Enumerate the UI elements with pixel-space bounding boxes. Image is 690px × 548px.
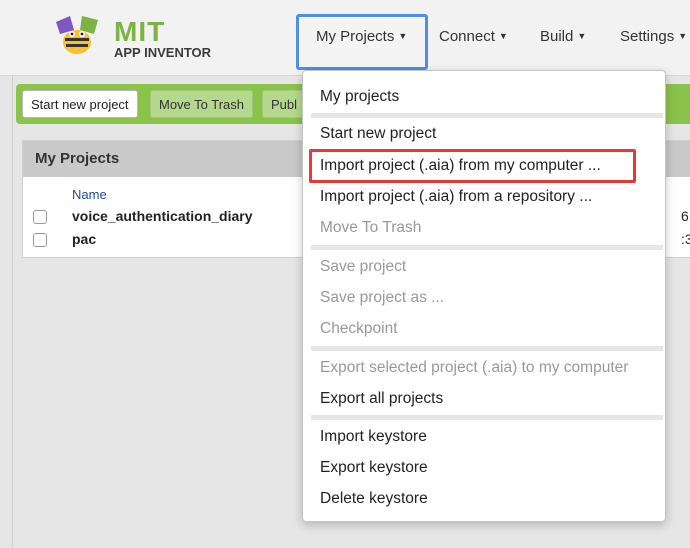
- app-inventor-logo[interactable]: MIT APP INVENTOR: [52, 14, 222, 64]
- nav-my-projects[interactable]: My Projects ▼: [316, 26, 407, 47]
- logo-subtitle: APP INVENTOR: [114, 45, 212, 60]
- bee-logo-icon: [56, 16, 98, 54]
- nav-my-projects-label: My Projects: [316, 28, 395, 45]
- menu-separator: [311, 415, 663, 420]
- project-name[interactable]: pac: [72, 231, 96, 247]
- column-header-name[interactable]: Name: [72, 187, 107, 202]
- start-new-project-button[interactable]: Start new project: [22, 90, 138, 118]
- menu-separator: [311, 346, 663, 351]
- menu-separator: [311, 113, 663, 118]
- my-projects-dropdown: My projects Start new project Import pro…: [302, 70, 666, 522]
- nav-settings[interactable]: Settings ▼: [620, 26, 687, 47]
- menu-item-start-new-project[interactable]: Start new project: [320, 124, 436, 144]
- move-to-trash-button[interactable]: Move To Trash: [150, 90, 254, 118]
- menu-item-save-project: Save project: [320, 258, 407, 275]
- menu-item-checkpoint: Checkpoint: [320, 320, 398, 337]
- nav-connect[interactable]: Connect ▼: [439, 26, 508, 47]
- logo-title: MIT: [114, 16, 166, 47]
- row-checkbox[interactable]: [33, 210, 47, 224]
- menu-item-move-to-trash: Move To Trash: [320, 219, 422, 236]
- chevron-down-icon: ▼: [498, 31, 508, 41]
- chevron-down-icon: ▼: [678, 31, 688, 41]
- menu-item-save-project-as: Save project as ...: [320, 289, 445, 306]
- project-date: 6:32: [681, 208, 690, 224]
- nav-build-label: Build: [540, 28, 574, 45]
- menu-item-delete-keystore[interactable]: Delete keystore: [320, 489, 428, 509]
- publish-button[interactable]: Publ: [262, 90, 307, 118]
- menu-item-export-keystore[interactable]: Export keystore: [320, 458, 428, 478]
- chevron-down-icon: ▼: [398, 31, 408, 41]
- menu-separator: [311, 245, 663, 250]
- menu-item-import-from-repository[interactable]: Import project (.aia) from a repository …: [320, 187, 592, 207]
- menu-item-export-all[interactable]: Export all projects: [320, 389, 443, 409]
- nav-settings-label: Settings: [620, 28, 675, 45]
- top-bar: MIT APP INVENTOR My Projects ▼ Connect ▼ B…: [0, 0, 690, 76]
- project-name[interactable]: voice_authentication_diary: [72, 208, 253, 224]
- project-date: :32: [681, 231, 690, 247]
- menu-item-export-selected: Export selected project (.aia) to my com…: [320, 359, 629, 376]
- menu-item-import-keystore[interactable]: Import keystore: [320, 427, 427, 447]
- chevron-down-icon: ▼: [577, 31, 587, 41]
- nav-build[interactable]: Build ▼: [540, 26, 586, 47]
- row-checkbox[interactable]: [33, 233, 47, 247]
- nav-connect-label: Connect: [439, 28, 495, 45]
- annotation-highlight-box: [309, 149, 636, 183]
- menu-item-my-projects[interactable]: My projects: [320, 87, 399, 107]
- panel-title: My Projects: [35, 150, 120, 167]
